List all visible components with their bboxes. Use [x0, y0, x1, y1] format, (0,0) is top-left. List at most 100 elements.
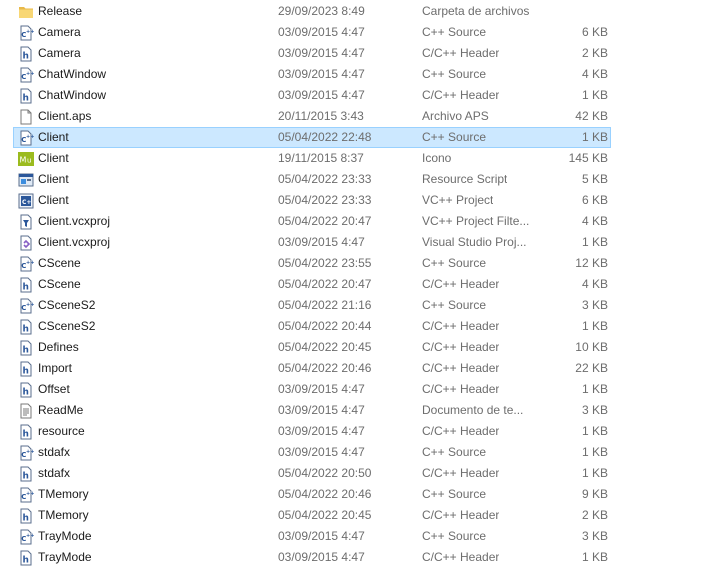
file-type: VC++ Project: [422, 193, 494, 207]
file-date-modified: 05/04/2022 20:46: [278, 487, 372, 501]
file-name: ReadMe: [38, 403, 84, 417]
file-date-modified: 03/09/2015 4:47: [278, 46, 365, 60]
resource-script-icon: [18, 172, 34, 188]
file-row[interactable]: h Offset 03/09/2015 4:47 C/C++ Header 1 KB: [0, 379, 713, 400]
file-row[interactable]: C ++ stdafx 03/09/2015 4:47 C++ Source 1 KB: [0, 442, 713, 463]
file-row[interactable]: h stdafx 05/04/2022 20:50 C/C++ Header 1 KB: [0, 463, 713, 484]
file-name: Camera: [38, 46, 81, 60]
file-name: Client.vcxproj: [38, 214, 111, 228]
file-row[interactable]: C+ Client 05/04/2022 23:33 VC++ Project 6 KB: [0, 190, 713, 211]
svg-text:++: ++: [26, 29, 34, 35]
file-date-modified: 29/09/2023 8:49: [278, 4, 365, 18]
file-name: Client: [38, 130, 69, 144]
file-name: Camera: [38, 25, 81, 39]
file-name: Offset: [38, 382, 70, 396]
file-type: Archivo APS: [422, 109, 489, 123]
file-type: C/C++ Header: [422, 46, 500, 60]
file-type: C/C++ Header: [422, 466, 500, 480]
svg-text:h: h: [23, 94, 29, 104]
file-type: C++ Source: [422, 487, 487, 501]
cpp-source-icon: C ++: [18, 445, 34, 461]
file-date-modified: 05/04/2022 23:33: [278, 172, 372, 186]
svg-text:h: h: [23, 283, 29, 293]
file-size: 1 KB: [581, 88, 608, 102]
file-type: C/C++ Header: [422, 88, 500, 102]
file-date-modified: 05/04/2022 20:47: [278, 277, 372, 291]
file-row[interactable]: h Defines 05/04/2022 20:45 C/C++ Header 10 K…: [0, 337, 713, 358]
file-date-modified: 05/04/2022 20:50: [278, 466, 372, 480]
file-row[interactable]: h TrayMode 03/09/2015 4:47 C/C++ Header 1 KB: [0, 547, 713, 568]
vcpp-filters-icon: [18, 214, 34, 230]
file-row[interactable]: C ++ Client 05/04/2022 22:48 C++ Source 1 KB: [0, 127, 713, 148]
file-size: 3 KB: [581, 298, 608, 312]
file-size: 1 KB: [581, 319, 608, 333]
file-size: 4 KB: [581, 277, 608, 291]
file-size: 1 KB: [581, 235, 608, 249]
file-type: C++ Source: [422, 25, 487, 39]
c-header-icon: h: [18, 46, 34, 62]
file-row[interactable]: Client.aps 20/11/2015 3:43 Archivo APS 42 K…: [0, 106, 713, 127]
file-row[interactable]: h ChatWindow 03/09/2015 4:47 C/C++ Header 1 …: [0, 85, 713, 106]
file-size: 10 KB: [575, 340, 608, 354]
file-date-modified: 05/04/2022 22:48: [278, 130, 372, 144]
file-size: 2 KB: [581, 508, 608, 522]
svg-text:h: h: [23, 556, 29, 566]
file-row[interactable]: Release 29/09/2023 8:49 Carpeta de archivo…: [0, 1, 713, 22]
file-row[interactable]: h Camera 03/09/2015 4:47 C/C++ Header 2 KB: [0, 43, 713, 64]
file-date-modified: 03/09/2015 4:47: [278, 88, 365, 102]
svg-text:h: h: [23, 367, 29, 377]
file-date-modified: 03/09/2015 4:47: [278, 235, 365, 249]
cpp-source-icon: C ++: [18, 67, 34, 83]
file-name: resource: [38, 424, 85, 438]
file-name: stdafx: [38, 466, 71, 480]
c-header-icon: h: [18, 550, 34, 566]
file-name: TMemory: [38, 508, 89, 522]
file-size: 5 KB: [581, 172, 608, 186]
file-row[interactable]: C ++ CSceneS2 05/04/2022 21:16 C++ Source 3 K…: [0, 295, 713, 316]
file-size: 1 KB: [581, 466, 608, 480]
text-document-icon: [18, 403, 34, 419]
file-row[interactable]: Client.vcxproj 03/09/2015 4:47 Visual Stud…: [0, 232, 713, 253]
file-date-modified: 03/09/2015 4:47: [278, 424, 365, 438]
file-row[interactable]: C ++ CScene 05/04/2022 23:55 C++ Source 12 KB: [0, 253, 713, 274]
file-size: 1 KB: [581, 424, 608, 438]
svg-text:h: h: [23, 346, 29, 356]
file-row[interactable]: C ++ TMemory 05/04/2022 20:46 C++ Source 9 KB: [0, 484, 713, 505]
file-type: C/C++ Header: [422, 382, 500, 396]
svg-text:h: h: [23, 430, 29, 440]
svg-text:++: ++: [26, 491, 34, 497]
file-date-modified: 03/09/2015 4:47: [278, 445, 365, 459]
file-type: C++ Source: [422, 130, 487, 144]
file-row[interactable]: ReadMe 03/09/2015 4:47 Documento de te... 3…: [0, 400, 713, 421]
file-row[interactable]: h Import 05/04/2022 20:46 C/C++ Header 22 KB: [0, 358, 713, 379]
file-type: C/C++ Header: [422, 277, 500, 291]
file-date-modified: 03/09/2015 4:47: [278, 403, 365, 417]
file-type: Resource Script: [422, 172, 508, 186]
file-name: ChatWindow: [38, 67, 107, 81]
file-name: Import: [38, 361, 73, 375]
file-date-modified: 05/04/2022 23:55: [278, 256, 372, 270]
cpp-source-icon: C ++: [18, 529, 34, 545]
file-date-modified: 03/09/2015 4:47: [278, 529, 365, 543]
file-date-modified: 03/09/2015 4:47: [278, 25, 365, 39]
cpp-source-icon: C ++: [18, 298, 34, 314]
file-row[interactable]: C ++ ChatWindow 03/09/2015 4:47 C++ Source 4 …: [0, 64, 713, 85]
svg-text:h: h: [23, 325, 29, 335]
file-row[interactable]: Client.vcxproj 05/04/2022 20:47 VC++ Proje…: [0, 211, 713, 232]
file-row[interactable]: h CSceneS2 05/04/2022 20:44 C/C++ Header 1 K…: [0, 316, 713, 337]
file-type: Visual Studio Proj...: [422, 235, 527, 249]
file-type: C/C++ Header: [422, 550, 500, 564]
file-row[interactable]: Mu Client 19/11/2015 8:37 Icono 145 KB: [0, 148, 713, 169]
file-row[interactable]: C ++ Camera 03/09/2015 4:47 C++ Source 6 KB: [0, 22, 713, 43]
file-type: C++ Source: [422, 256, 487, 270]
file-type: C/C++ Header: [422, 424, 500, 438]
file-date-modified: 03/09/2015 4:47: [278, 382, 365, 396]
file-row[interactable]: h CScene 05/04/2022 20:47 C/C++ Header 4 KB: [0, 274, 713, 295]
cpp-source-icon: C ++: [18, 130, 34, 146]
file-row[interactable]: C ++ TrayMode 03/09/2015 4:47 C++ Source 3 KB: [0, 526, 713, 547]
file-type: Carpeta de archivos: [422, 4, 530, 18]
file-row[interactable]: Client 05/04/2022 23:33 Resource Script 5 K…: [0, 169, 713, 190]
file-type: VC++ Project Filte...: [422, 214, 530, 228]
file-row[interactable]: h resource 03/09/2015 4:47 C/C++ Header 1 KB: [0, 421, 713, 442]
file-row[interactable]: h TMemory 05/04/2022 20:45 C/C++ Header 2 KB: [0, 505, 713, 526]
